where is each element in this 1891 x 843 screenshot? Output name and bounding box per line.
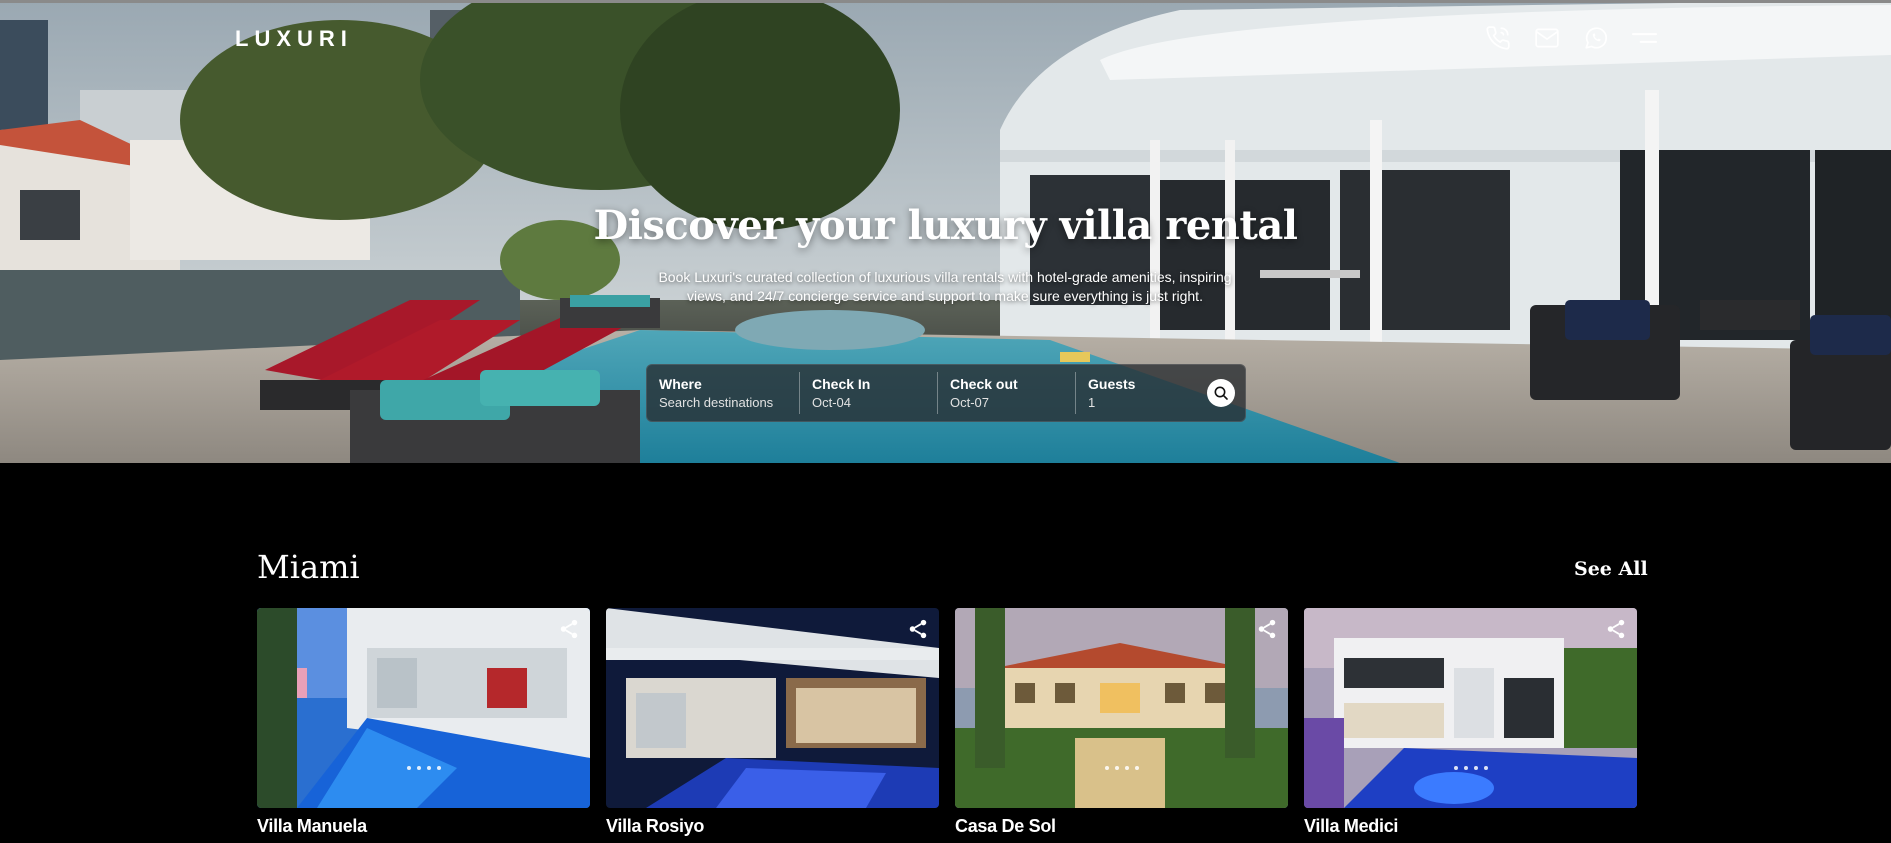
check-out-label: Check out [950,376,1018,392]
section-title: Miami [257,548,360,586]
brand-logo[interactable]: LUXURI [235,26,353,52]
villa-card[interactable]: Villa Manuela [257,608,590,837]
hero-banner: LUXURI Discover your luxury villa rental [0,0,1891,463]
share-icon[interactable] [558,618,580,640]
guests-value: 1 [1088,395,1096,410]
whatsapp-icon[interactable] [1582,24,1609,51]
share-icon[interactable] [1605,618,1627,640]
guests-label: Guests [1088,376,1136,392]
guests-field[interactable]: Guests 1 [1075,372,1199,414]
villa-card[interactable]: Casa De Sol [955,608,1288,837]
carousel-dots[interactable] [955,766,1288,770]
header-contact-icons [1484,24,1658,51]
see-all-link[interactable]: See All [1574,558,1648,580]
where-field[interactable]: Where Search destinations [647,372,799,414]
check-in-field[interactable]: Check In Oct-04 [799,372,937,414]
where-label: Where [659,376,702,392]
villa-name[interactable]: Villa Rosiyo [606,816,939,837]
search-bar: Where Search destinations Check In Oct-0… [646,364,1246,422]
villa-name[interactable]: Casa De Sol [955,816,1288,837]
top-divider [0,0,1891,3]
phone-icon[interactable] [1484,24,1511,51]
check-in-label: Check In [812,376,871,392]
check-out-field[interactable]: Check out Oct-07 [937,372,1075,414]
villa-name[interactable]: Villa Manuela [257,816,590,837]
hero-subtitle: Book Luxuri's curated collection of luxu… [658,269,1232,304]
check-out-value: Oct-07 [950,395,990,410]
share-icon[interactable] [907,618,929,640]
search-icon [1214,386,1228,400]
search-button[interactable] [1207,379,1235,407]
carousel-dots[interactable] [1304,766,1637,770]
check-in-value: Oct-04 [812,395,852,410]
villa-image[interactable] [1304,608,1637,808]
villa-card[interactable]: Villa Rosiyo [606,608,939,837]
carousel-dots[interactable] [257,766,590,770]
villa-cards: Villa Manuela Villa Rosiyo Casa De Sol V… [257,608,1637,837]
mail-icon[interactable] [1533,24,1560,51]
villa-image[interactable] [257,608,590,808]
villa-name[interactable]: Villa Medici [1304,816,1637,837]
hero-title: Discover your luxury villa rental [593,202,1298,249]
villa-card[interactable]: Villa Medici [1304,608,1637,837]
share-icon[interactable] [1256,618,1278,640]
where-value: Search destinations [659,395,774,410]
menu-icon[interactable] [1631,24,1658,51]
villa-image[interactable] [955,608,1288,808]
villa-image[interactable] [606,608,939,808]
